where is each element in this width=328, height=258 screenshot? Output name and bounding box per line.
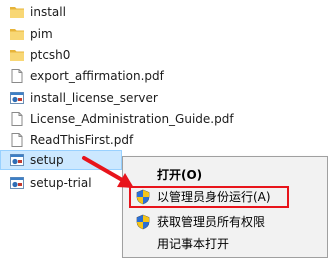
context-menu: 打开(O) 以管理员身份运行(A) 获取管理员所有权限 用记事本打开 — [122, 156, 328, 258]
file-name: ReadThisFirst.pdf — [30, 133, 134, 147]
file-name: install_license_server — [30, 91, 158, 105]
file-row-setup[interactable]: setup — [0, 150, 122, 170]
folder-icon — [9, 4, 25, 20]
menu-item-label: 用记事本打开 — [157, 237, 230, 251]
file-row-license-guide[interactable]: License_Administration_Guide.pdf — [0, 109, 240, 129]
application-icon — [9, 152, 25, 168]
file-name: ptcsh0 — [30, 48, 71, 62]
file-name: setup-trial — [30, 176, 92, 190]
folder-icon — [9, 26, 25, 42]
file-name: pim — [30, 27, 53, 41]
file-row-readthisfirst[interactable]: ReadThisFirst.pdf — [0, 130, 240, 150]
menu-item-open-with-notepad[interactable]: 用记事本打开 — [125, 233, 325, 255]
uac-shield-icon — [135, 214, 151, 230]
uac-shield-icon — [135, 189, 151, 205]
file-row-export-affirmation[interactable]: export_affirmation.pdf — [0, 66, 240, 86]
file-name: License_Administration_Guide.pdf — [30, 112, 234, 126]
menu-item-label: 打开(O) — [157, 168, 203, 182]
menu-item-label: 以管理员身份运行(A) — [157, 190, 271, 204]
file-row-install[interactable]: install — [0, 2, 240, 22]
application-icon — [9, 175, 25, 191]
menu-item-open[interactable]: 打开(O) — [125, 164, 325, 186]
menu-item-take-ownership[interactable]: 获取管理员所有权限 — [125, 211, 325, 233]
document-icon — [9, 132, 25, 148]
file-name: export_affirmation.pdf — [30, 69, 164, 83]
document-icon — [9, 68, 25, 84]
folder-icon — [9, 47, 25, 63]
application-icon — [9, 90, 25, 106]
document-icon — [9, 111, 25, 127]
file-row-ptcsh0[interactable]: ptcsh0 — [0, 45, 240, 65]
file-row-install-license-server[interactable]: install_license_server — [0, 88, 240, 108]
file-row-pim[interactable]: pim — [0, 24, 240, 44]
menu-item-run-as-admin[interactable]: 以管理员身份运行(A) — [129, 186, 289, 208]
menu-item-label: 获取管理员所有权限 — [157, 215, 266, 229]
file-name: setup — [30, 153, 64, 167]
file-name: install — [30, 5, 66, 19]
